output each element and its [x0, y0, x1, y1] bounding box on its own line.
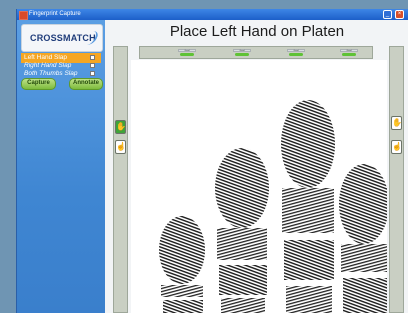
checkbox[interactable] — [90, 63, 95, 68]
logo-swoosh — [71, 31, 101, 45]
main-panel: Place Left Hand on Platen ✋ ☝ Good Good … — [105, 20, 408, 313]
left-thumb-icon[interactable]: ☝ — [115, 140, 126, 154]
menu-item-label: Left Hand Slap — [24, 54, 68, 61]
menu-item-label: Right Hand Slap — [24, 62, 72, 69]
window-title: Fingerprint Capture — [29, 11, 81, 17]
status-indicator — [342, 53, 356, 56]
fingerprint-scan-area — [131, 60, 387, 313]
finger-slot-4: Good — [340, 49, 358, 57]
annotate-button[interactable]: Annotate — [69, 78, 103, 90]
menu-item-label: Both Thumbs Slap — [24, 70, 78, 77]
finger-slot-1: Good — [178, 49, 196, 57]
app-icon — [19, 11, 28, 20]
fingerprint-little — [159, 216, 205, 313]
right-thumb-icon[interactable]: ☝ — [391, 140, 402, 154]
capture-button[interactable]: Capture — [21, 78, 56, 90]
sidebar: CROSSMATCH Left Hand Slap Right Hand Sla… — [17, 20, 105, 313]
title-bar: Fingerprint Capture _ × — [17, 9, 408, 20]
finger-slot-label: Good — [340, 49, 358, 52]
finger-slot-3: Good — [287, 49, 305, 57]
left-hand-icon[interactable]: ✋ — [115, 120, 126, 134]
fingerprint-image — [159, 100, 387, 313]
close-button[interactable]: × — [395, 10, 404, 19]
right-rail: ✋ ☝ — [389, 46, 404, 313]
crossmatch-logo: CROSSMATCH — [21, 24, 103, 52]
left-rail: ✋ ☝ — [113, 46, 128, 313]
status-indicator — [180, 53, 194, 56]
fingerprint-window: Fingerprint Capture _ × CROSSMATCH Left … — [16, 9, 408, 313]
finger-slot-label: Good — [287, 49, 305, 52]
page-title: Place Left Hand on Platen — [169, 23, 345, 40]
fingerprint-middle — [281, 100, 335, 313]
finger-slot-label: Good — [233, 49, 251, 52]
status-indicator — [289, 53, 303, 56]
right-hand-icon[interactable]: ✋ — [391, 116, 402, 130]
finger-slot-2: Good — [233, 49, 251, 57]
fingerprint-index — [339, 164, 387, 313]
checkbox[interactable] — [90, 71, 95, 76]
finger-status-bar: Good Good Good Good — [139, 46, 373, 59]
status-indicator — [235, 53, 249, 56]
minimize-button[interactable]: _ — [383, 10, 392, 19]
fingerprint-ring — [215, 148, 269, 313]
finger-slot-label: Good — [178, 49, 196, 52]
checkbox[interactable] — [90, 55, 95, 60]
